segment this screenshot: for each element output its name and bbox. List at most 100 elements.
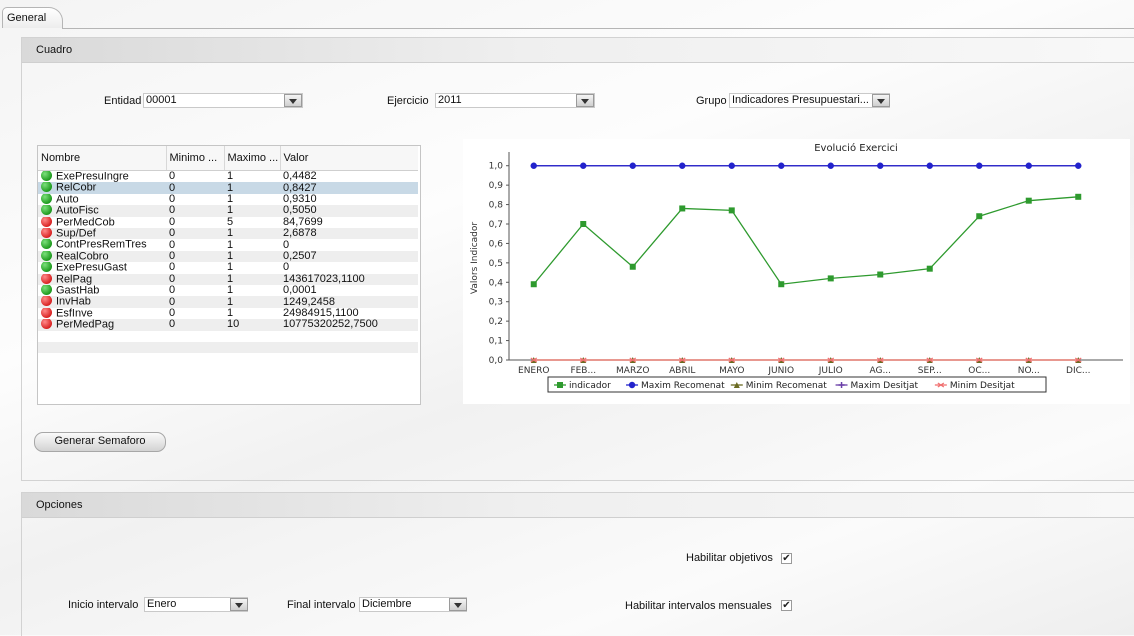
column-header-valor[interactable]: Valor	[280, 146, 418, 171]
table-row[interactable]: PerMedCob 0 5 84,7699	[38, 216, 418, 229]
cell-text: 0	[169, 239, 176, 251]
legend-item: Minim Desitjat	[950, 381, 1015, 391]
table-row[interactable]: Sup/Def 0 1 2,6878	[38, 228, 418, 240]
cell-nombre: ExePresuIngre	[38, 170, 166, 183]
table-row[interactable]: GastHab 0 1 0,0001	[38, 285, 418, 297]
point-marker	[778, 162, 785, 169]
cell-text: 0	[169, 228, 176, 240]
point-marker	[629, 162, 636, 169]
status-red-icon	[41, 307, 52, 318]
legend-item: Minim Recomenat	[746, 381, 827, 391]
cell-valor: 0,4482	[280, 170, 418, 183]
cell-text: 0,2507	[283, 250, 317, 263]
tab-general[interactable]: General	[2, 7, 63, 28]
ejercicio-select[interactable]: 2011	[435, 93, 595, 108]
table-row[interactable]: ExePresuGast 0 1 0	[38, 262, 418, 274]
table-row[interactable]: RealCobro 0 1 0,2507	[38, 250, 418, 263]
status-green-icon	[41, 205, 52, 216]
cell-valor: 0,8427	[280, 182, 418, 194]
grupo-select[interactable]: Indicadores Presupuestari...	[729, 93, 890, 108]
cell-text: 1	[227, 205, 234, 217]
series-line-indicador	[533, 196, 1079, 285]
status-red-icon	[41, 296, 52, 307]
cell-text: PerMedCob	[56, 216, 115, 229]
table-row[interactable]: PerMedPag 0 10 10775320252,7500	[38, 319, 418, 331]
status-green-icon	[41, 182, 52, 193]
table-row[interactable]: ExePresuIngre 0 1 0,4482	[38, 170, 418, 183]
status-red-icon	[41, 228, 52, 239]
cell-text: 0	[169, 296, 176, 308]
cuadro-title: Cuadro	[36, 44, 73, 56]
cell-valor: 0,9310	[280, 193, 418, 206]
habilitar-intervalos-checkbox[interactable]: ✔	[781, 600, 792, 611]
cell-text: 1	[227, 296, 234, 308]
habilitar-intervalos-label: Habilitar intervalos mensuales	[625, 600, 772, 612]
cell-text: 24984915,1100	[283, 307, 359, 320]
grupo-dropdown-icon[interactable]	[872, 94, 890, 107]
cell-maximo: 1	[224, 239, 280, 251]
point-marker	[877, 271, 884, 278]
entidad-dropdown-icon[interactable]	[284, 94, 302, 107]
inicio-dropdown-icon[interactable]	[230, 598, 248, 611]
cell-text: 0,4482	[283, 170, 317, 183]
cell-text: 0	[169, 262, 176, 274]
cell-maximo: 1	[224, 296, 280, 308]
status-green-icon	[41, 170, 52, 181]
cell-maximo: 1	[224, 273, 280, 286]
y-tick-label: 0,5	[489, 259, 503, 269]
tab-divider	[62, 28, 1134, 29]
point-marker	[679, 162, 686, 169]
cell-text: 10	[227, 319, 240, 331]
x-tick-label: ENERO	[518, 366, 549, 376]
cell-nombre: Auto	[38, 193, 166, 206]
cell-text: RealCobro	[56, 250, 109, 263]
cell-nombre: Sup/Def	[38, 228, 166, 240]
cell-text: 1	[227, 239, 234, 251]
table-row[interactable]: RelCobr 0 1 0,8427	[38, 182, 418, 194]
cell-valor: 1249,2458	[280, 296, 418, 308]
point-marker	[877, 162, 884, 169]
table-header-row: Nombre Minimo ... Maximo ... Valor	[38, 146, 418, 171]
column-header-maximo[interactable]: Maximo ...	[224, 146, 281, 171]
generar-semaforo-button[interactable]: Generar Semaforo	[34, 432, 166, 452]
point-marker	[827, 162, 834, 169]
inicio-intervalo-value: Enero	[147, 598, 177, 610]
legend-item: Maxim Desitjat	[851, 381, 919, 391]
legend-item: indicador	[569, 381, 611, 391]
table-empty-row	[38, 330, 418, 342]
cell-text: Auto	[56, 193, 79, 206]
table-row[interactable]: EsfInve 0 1 24984915,1100	[38, 307, 418, 320]
cell-text: PerMedPag	[56, 319, 115, 331]
table-row[interactable]: ContPresRemTres 0 1 0	[38, 239, 418, 251]
table-row[interactable]: RelPag 0 1 143617023,1100	[38, 273, 418, 286]
cell-text: 1	[227, 307, 234, 320]
ejercicio-value: 2011	[438, 94, 462, 106]
final-dropdown-icon[interactable]	[449, 598, 467, 611]
cell-nombre: AutoFisc	[38, 205, 166, 217]
cell-text: 0	[169, 319, 176, 331]
cell-text: 0	[169, 250, 176, 263]
column-header-nombre[interactable]: Nombre	[38, 146, 167, 171]
table-row[interactable]: InvHab 0 1 1249,2458	[38, 296, 418, 308]
entidad-select[interactable]: 00001	[143, 93, 303, 108]
habilitar-objetivos-checkbox[interactable]: ✔	[781, 553, 792, 564]
status-green-icon	[41, 193, 52, 204]
x-tick-label: JULIO	[818, 366, 843, 376]
point-marker	[530, 162, 537, 169]
cell-minimo: 0	[166, 182, 224, 194]
cell-text: 10775320252,7500	[283, 319, 378, 331]
cell-valor: 24984915,1100	[280, 307, 418, 320]
column-header-minimo[interactable]: Minimo ...	[166, 146, 225, 171]
x-tick-label: OC...	[968, 366, 990, 376]
cell-minimo: 0	[166, 193, 224, 206]
table-row[interactable]: Auto 0 1 0,9310	[38, 193, 418, 206]
cell-text: 1	[227, 250, 234, 263]
table-row[interactable]: AutoFisc 0 1 0,5050	[38, 205, 418, 217]
ejercicio-label: Ejercicio	[387, 95, 429, 107]
cell-text: 0	[169, 182, 176, 194]
cell-minimo: 0	[166, 319, 224, 331]
ejercicio-dropdown-icon[interactable]	[576, 94, 594, 107]
cell-text: 0,0001	[283, 285, 317, 297]
cell-maximo: 1	[224, 182, 280, 194]
cell-valor: 0	[280, 239, 418, 251]
